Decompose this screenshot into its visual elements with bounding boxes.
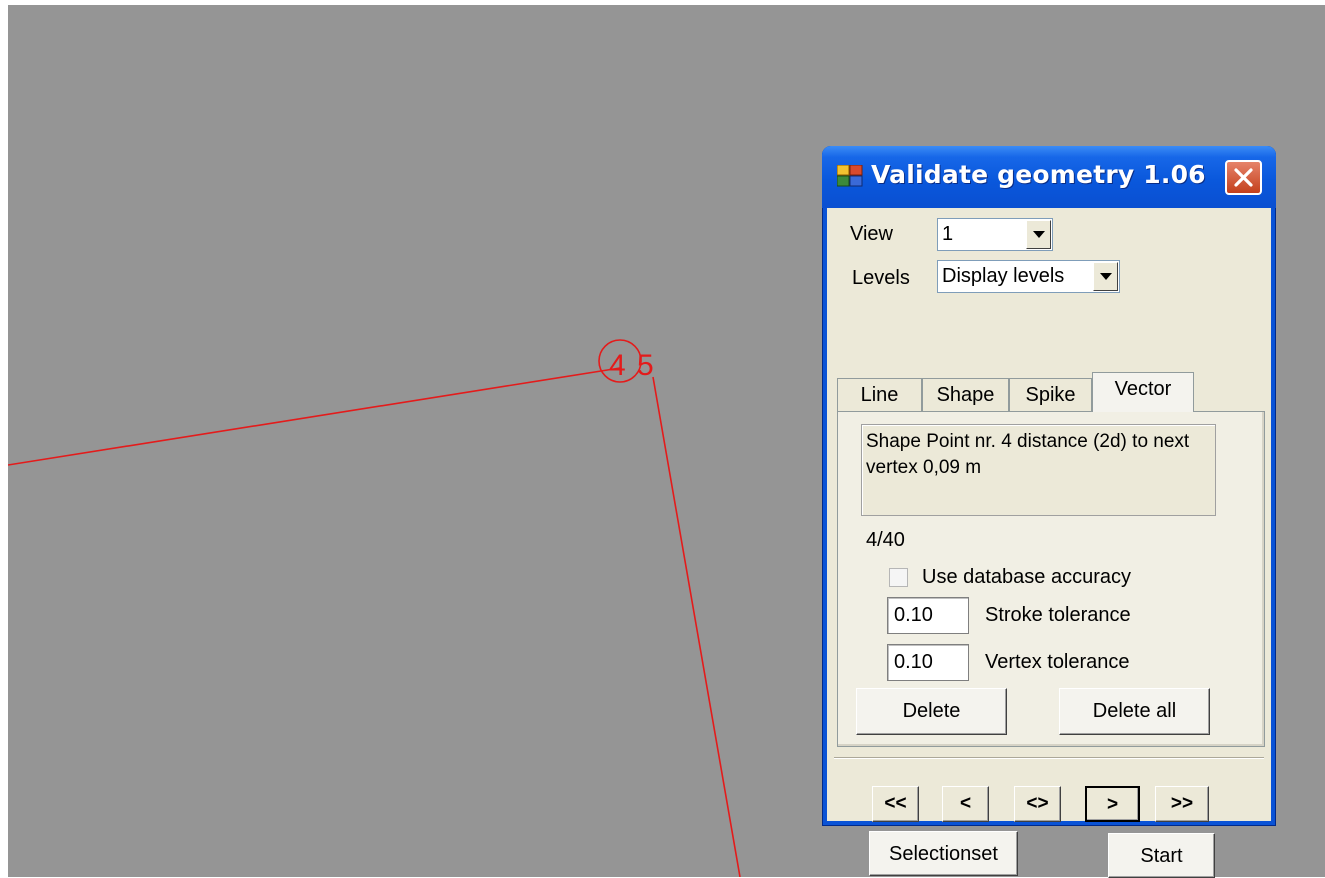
- next-button[interactable]: >: [1085, 786, 1140, 822]
- use-database-accuracy-checkbox[interactable]: [889, 568, 908, 587]
- tab-shape-label: Shape: [936, 384, 995, 406]
- app-window-icon: [837, 165, 863, 187]
- chevron-down-icon: [1100, 273, 1112, 280]
- tab-spike-label: Spike: [1025, 384, 1076, 406]
- vertex-label-5: 5: [637, 349, 654, 382]
- window-title: Validate geometry 1.06: [871, 160, 1206, 189]
- vertex-counter: 4/40: [866, 529, 905, 551]
- first-button[interactable]: <<: [872, 786, 919, 822]
- selectionset-button[interactable]: Selectionset: [869, 831, 1018, 876]
- levels-dropdown-button[interactable]: [1093, 262, 1118, 291]
- stroke-tolerance-value: 0.10: [894, 604, 933, 626]
- stroke-tolerance-label: Stroke tolerance: [985, 604, 1131, 626]
- previous-button[interactable]: <: [942, 786, 989, 822]
- start-button[interactable]: Start: [1108, 833, 1215, 878]
- close-button[interactable]: [1225, 160, 1262, 195]
- divider: [834, 757, 1264, 759]
- message-box: Shape Point nr. 4 distance (2d) to next …: [861, 424, 1216, 516]
- chevron-down-icon: [1033, 231, 1045, 238]
- view-select[interactable]: 1: [937, 218, 1053, 251]
- both-directions-button-label: <>: [1026, 793, 1049, 814]
- first-button-label: <<: [884, 793, 907, 814]
- message-text: Shape Point nr. 4 distance (2d) to next …: [866, 431, 1190, 478]
- delete-button-label: Delete: [902, 700, 961, 722]
- vertex-tolerance-label: Vertex tolerance: [985, 651, 1130, 673]
- selectionset-button-label: Selectionset: [889, 843, 998, 865]
- use-database-accuracy-label: Use database accuracy: [922, 566, 1132, 588]
- view-select-value: 1: [942, 223, 954, 245]
- tab-line[interactable]: Line: [837, 378, 922, 412]
- title-bar[interactable]: Validate geometry 1.06: [822, 146, 1276, 208]
- levels-select[interactable]: Display levels: [937, 260, 1120, 293]
- validate-geometry-dialog: Validate geometry 1.06 View 1 Levels Dis…: [822, 146, 1276, 878]
- both-directions-button[interactable]: <>: [1014, 786, 1061, 822]
- line-segment-5-6: [652, 376, 741, 877]
- next-button-label: >: [1106, 794, 1119, 815]
- view-dropdown-button[interactable]: [1026, 220, 1051, 249]
- tab-vector-label: Vector: [1114, 378, 1172, 400]
- tab-spike[interactable]: Spike: [1009, 378, 1092, 412]
- stroke-tolerance-input[interactable]: 0.10: [887, 597, 969, 634]
- start-button-label: Start: [1140, 845, 1183, 867]
- tab-vector[interactable]: Vector: [1092, 372, 1194, 412]
- last-button[interactable]: >>: [1155, 786, 1209, 822]
- delete-all-button-label: Delete all: [1092, 700, 1177, 722]
- levels-label: Levels: [852, 267, 910, 289]
- vertex-tolerance-value: 0.10: [894, 651, 933, 673]
- line-segment-3-4: [8, 367, 621, 466]
- delete-button[interactable]: Delete: [856, 688, 1007, 735]
- last-button-label: >>: [1170, 793, 1194, 814]
- vertex-label-4: 4: [609, 349, 626, 382]
- tab-line-label: Line: [860, 384, 899, 406]
- view-label: View: [850, 223, 893, 245]
- dialog-client-area: View 1 Levels Display levels Line Shape …: [827, 208, 1271, 878]
- tab-shape[interactable]: Shape: [922, 378, 1009, 412]
- previous-button-label: <: [959, 793, 972, 814]
- delete-all-button[interactable]: Delete all: [1059, 688, 1210, 735]
- close-icon: [1234, 168, 1253, 187]
- vertex-tolerance-input[interactable]: 0.10: [887, 644, 969, 681]
- levels-select-value: Display levels: [942, 265, 1065, 287]
